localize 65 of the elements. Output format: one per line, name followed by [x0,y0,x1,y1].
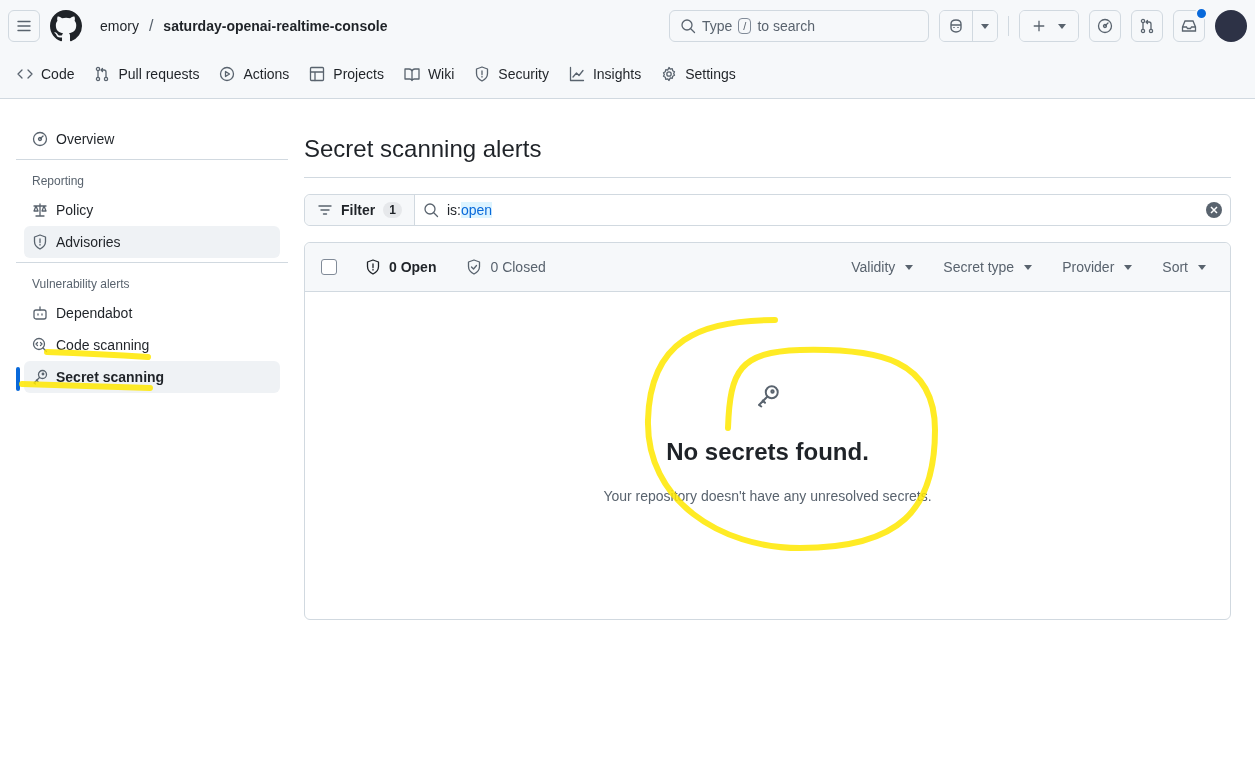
graph-icon [568,66,585,82]
inbox-icon [1181,18,1197,34]
sidebar-heading: Vulnerability alerts [31,276,131,293]
octocat-logo-icon[interactable] [50,10,82,42]
filter-menu[interactable]: Provider [1054,259,1141,275]
play-icon [219,66,236,82]
menu-button[interactable] [8,10,40,42]
repo-tab[interactable]: Settings [652,61,745,89]
filter-menu[interactable]: Sort [1154,259,1214,275]
robot-icon [32,305,48,321]
key-icon [755,384,780,408]
repository-link[interactable]: saturday-openai-realtime-console [163,18,388,34]
caret-icon [905,264,914,270]
table-icon [309,66,326,82]
shield-icon [32,234,48,250]
caret-icon [1058,23,1066,29]
repo-tab[interactable]: Wiki [394,61,464,89]
caret-icon [1198,264,1206,270]
code-scan-icon [32,337,48,353]
repo-tab[interactable]: Insights [559,61,651,89]
search-icon [680,18,696,34]
filter-menu[interactable]: Validity [843,259,922,275]
shield-icon [474,66,491,82]
repo-tab[interactable]: Pull requests [85,61,209,89]
settings-icon [661,66,678,82]
repo-tab[interactable]: Security [465,61,558,89]
dropdown-button[interactable] [972,11,997,41]
sidebar-item[interactable]: Dependabot [24,297,280,329]
copilot-split-button[interactable] [939,10,998,42]
select-all-checkbox[interactable] [321,259,337,275]
menu-icon [16,18,32,34]
selection-bar [16,367,20,391]
shield-check-icon [466,259,483,275]
pull-request-icon [94,66,111,82]
issues-button[interactable] [1089,10,1121,42]
pull-request-icon [1139,18,1155,34]
caret-icon [981,23,989,29]
sidebar-item[interactable]: Policy [24,194,280,226]
sidebar-item[interactable]: Overview [24,123,280,155]
meter-icon [32,131,48,147]
repo-tab[interactable]: Code [8,61,84,89]
sidebar-heading: Reporting [31,173,86,190]
avatar[interactable] [1215,10,1247,42]
shield-alert-icon [365,259,381,275]
pull-requests-button[interactable] [1131,10,1163,42]
book-icon [403,66,420,82]
caret-icon [1124,264,1133,270]
empty-title: No secrets found. [666,438,869,466]
path-separator: / [148,17,154,35]
filter-menu[interactable]: Secret type [935,259,1041,275]
plus-icon [1032,19,1046,33]
sidebar-item[interactable]: Code scanning [24,329,280,361]
sidebar-item[interactable]: Advisories [24,226,280,258]
search-field[interactable]: Type / to search [669,10,929,42]
state-tab[interactable]: 0 Closed [458,259,554,275]
repo-tab[interactable]: Projects [300,61,393,89]
page-title: Secret scanning alerts [304,135,1231,178]
scales-icon [32,202,48,218]
create-button[interactable] [1019,10,1079,42]
owner-link[interactable]: emory [100,18,139,34]
repo-tab[interactable]: Actions [210,61,299,89]
copilot-icon [948,18,964,34]
inbox-button[interactable] [1173,10,1205,42]
state-tab[interactable]: 0 Open [357,259,445,275]
caret-icon [1024,264,1033,270]
